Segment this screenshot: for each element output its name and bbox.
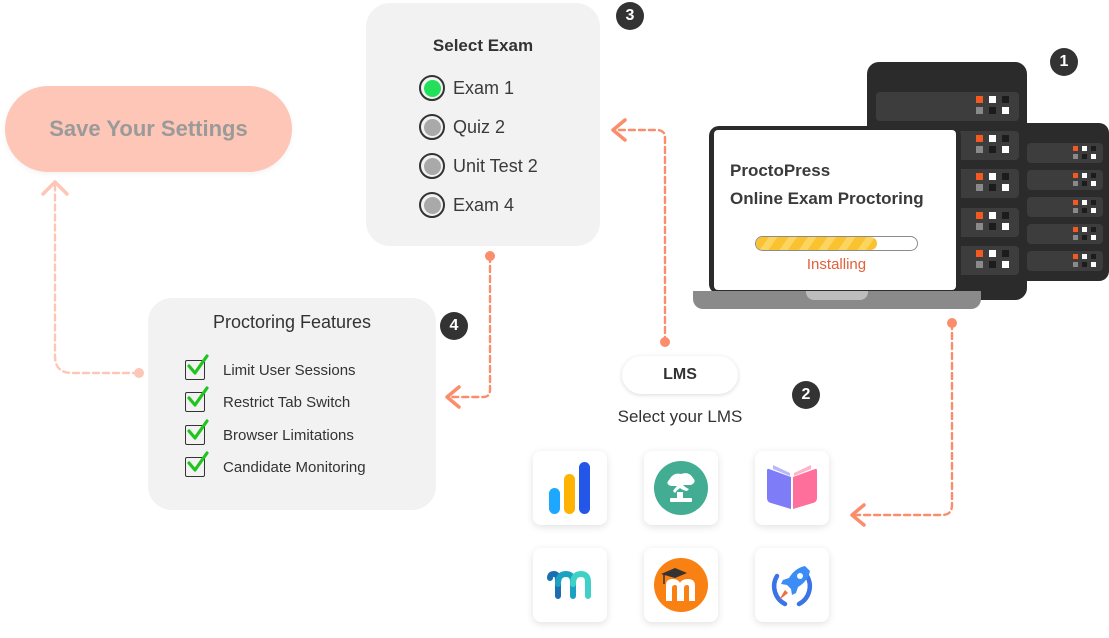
connector-features-to-save: [53, 184, 141, 375]
lms-option-tile[interactable]: [755, 451, 829, 525]
bar-chart-lms-icon: [549, 462, 590, 514]
laptop-notch: [806, 291, 868, 300]
server-status-leds: [976, 250, 1009, 268]
checkbox-checked-icon[interactable]: [185, 354, 209, 380]
exam-option-label: Exam 1: [453, 77, 515, 98]
app-subtitle: Online Exam Proctoring: [730, 189, 924, 208]
server-status-leds: [976, 173, 1009, 191]
lms-option-tile[interactable]: [644, 548, 718, 622]
arrowhead-left-icon: [611, 118, 627, 142]
step-badge-2: 2: [792, 381, 820, 409]
exam-option[interactable]: Quiz 2: [419, 114, 505, 140]
exam-option-label: Unit Test 2: [453, 155, 538, 176]
feature-item[interactable]: Browser Limitations: [185, 419, 354, 445]
server-slot: [1027, 197, 1103, 217]
arrowhead-left-icon: [445, 385, 461, 409]
feature-label: Browser Limitations: [223, 426, 354, 444]
arrowhead-left-icon: [850, 503, 866, 527]
rocket-lms-icon: [771, 566, 813, 607]
checkbox-checked-icon[interactable]: [185, 419, 209, 445]
save-settings-button[interactable]: Save Your Settings: [5, 86, 292, 172]
install-progress-fill: [756, 237, 877, 250]
server-slot: [1027, 143, 1103, 163]
server-slot: [1027, 251, 1103, 271]
checkbox-checked-icon[interactable]: [185, 451, 209, 477]
lms-prompt: Select your LMS: [617, 407, 743, 426]
install-status: Installing: [806, 256, 867, 273]
server-slot: [1027, 224, 1103, 244]
exam-option[interactable]: Unit Test 2: [419, 153, 538, 179]
radio-unselected-icon[interactable]: [419, 192, 445, 218]
connector-lms-to-exam: [614, 128, 667, 345]
step-badge-3: 3: [616, 2, 644, 30]
m-letter-lms-icon: [547, 570, 591, 599]
server-status-leds: [1073, 254, 1096, 267]
lms-option-tile[interactable]: [533, 451, 607, 525]
arrowhead-up-icon: [41, 180, 69, 196]
feature-item[interactable]: Restrict Tab Switch: [185, 386, 351, 412]
server-status-leds: [976, 135, 1009, 153]
server-status-leds: [1073, 200, 1096, 213]
server-status-leds: [976, 212, 1009, 230]
connector-dot: [660, 337, 670, 347]
exam-option-label: Exam 4: [453, 194, 515, 215]
moodle-icon: [654, 558, 708, 612]
server-slot: [876, 92, 1019, 121]
feature-item[interactable]: Candidate Monitoring: [185, 451, 366, 477]
server-status-leds: [976, 96, 1009, 114]
bonsai-tree-lms-icon: [654, 461, 708, 515]
feature-item[interactable]: Limit User Sessions: [185, 354, 356, 380]
server-status-leds: [1073, 227, 1096, 240]
lms-option-tile[interactable]: [533, 548, 607, 622]
lms-option-tile[interactable]: [755, 548, 829, 622]
radio-unselected-icon[interactable]: [419, 114, 445, 140]
server-slot: [1027, 170, 1103, 190]
connector-dot: [134, 368, 144, 378]
connector-dot: [485, 251, 495, 261]
install-progress-bar: [755, 236, 918, 251]
feature-label: Limit User Sessions: [223, 361, 356, 379]
server-status-leds: [1073, 146, 1096, 159]
server-status-leds: [1073, 173, 1096, 186]
exam-option[interactable]: Exam 1: [419, 75, 514, 101]
proctoring-features-card: Proctoring Features Limit User Sessions …: [148, 298, 436, 510]
radio-unselected-icon[interactable]: [419, 153, 445, 179]
feature-label: Candidate Monitoring: [223, 458, 366, 476]
save-settings-label: Save Your Settings: [49, 116, 248, 141]
app-name: ProctoPress: [730, 161, 831, 180]
connector-install-to-lms: [854, 321, 954, 517]
select-exam-title: Select Exam: [432, 36, 534, 55]
lms-pill: LMS: [622, 356, 738, 394]
exam-option[interactable]: Exam 4: [419, 192, 514, 218]
radio-selected-icon[interactable]: [419, 75, 445, 101]
step-badge-1: 1: [1050, 48, 1078, 76]
exam-option-label: Quiz 2: [453, 116, 506, 137]
server-rack-back: [1016, 123, 1109, 281]
open-book-lms-icon: [767, 465, 817, 509]
step-badge-4: 4: [440, 312, 468, 340]
connector-dot: [947, 318, 957, 328]
checkbox-checked-icon[interactable]: [185, 386, 209, 412]
lms-option-tile[interactable]: [644, 451, 718, 525]
lms-pill-label: LMS: [663, 366, 697, 383]
select-exam-card: Select Exam Exam 1 Quiz 2 Unit Test 2 Ex…: [366, 3, 600, 246]
feature-label: Restrict Tab Switch: [223, 393, 351, 411]
proctoring-features-title: Proctoring Features: [212, 312, 372, 332]
